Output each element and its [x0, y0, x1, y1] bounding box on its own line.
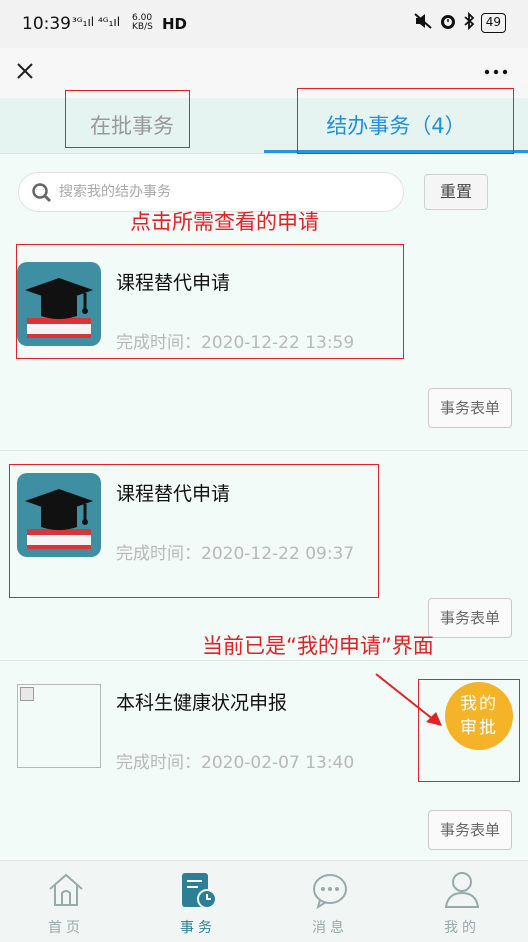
annotation-box-completed-tab: [297, 88, 514, 154]
network-speed: 6.00 KB/S: [132, 13, 153, 32]
nav-home-label: 首页: [48, 920, 84, 936]
annotation-box-item-2[interactable]: [9, 464, 379, 598]
nav-home[interactable]: 首页: [0, 861, 132, 942]
document-clock-icon: [178, 869, 218, 911]
bluetooth-icon: [463, 11, 475, 34]
annotation-box-pending-tab: [65, 90, 190, 148]
signal-indicator: ³ᴳ₁ıl ⁴ᴳ₁ıl: [72, 15, 121, 29]
divider: [0, 450, 528, 451]
item-title: 本科生健康状况申报: [116, 692, 288, 714]
nav-mine[interactable]: 我的: [396, 861, 528, 942]
close-icon[interactable]: [12, 56, 42, 86]
item-time: 完成时间：2020-02-07 13:40: [116, 753, 355, 773]
user-icon: [442, 869, 482, 911]
chat-bubble-icon: [310, 869, 350, 911]
annotation-box-approval: [418, 679, 520, 782]
status-bar: 10:39 ³ᴳ₁ıl ⁴ᴳ₁ıl 6.00 KB/S HD 49: [0, 0, 528, 48]
divider: [0, 660, 528, 661]
hd-indicator: HD: [162, 15, 188, 33]
nav-affairs-label: 事务: [180, 920, 216, 936]
search-icon: [31, 182, 53, 208]
more-icon[interactable]: [484, 58, 508, 83]
annotation-current-hint: 当前已是“我的申请”界面: [202, 634, 434, 658]
alarm-icon: [439, 12, 457, 34]
bottom-nav: 首页 事务 消息 我的: [0, 860, 528, 942]
form-button[interactable]: 事务表单: [428, 598, 512, 638]
annotation-box-item-1[interactable]: [16, 244, 404, 359]
nav-affairs[interactable]: 事务: [132, 861, 264, 942]
annotation-click-hint: 点击所需查看的申请: [130, 210, 319, 234]
form-button[interactable]: 事务表单: [428, 388, 512, 428]
reset-button[interactable]: 重置: [424, 174, 488, 210]
status-time: 10:39: [22, 14, 71, 34]
mute-icon: [413, 12, 433, 34]
nav-messages[interactable]: 消息: [264, 861, 396, 942]
nav-mine-label: 我的: [444, 920, 480, 936]
broken-image-icon: [17, 684, 101, 768]
nav-messages-label: 消息: [312, 920, 348, 936]
home-icon: [46, 869, 86, 911]
battery-indicator: 49: [480, 13, 506, 33]
form-button[interactable]: 事务表单: [428, 810, 512, 850]
